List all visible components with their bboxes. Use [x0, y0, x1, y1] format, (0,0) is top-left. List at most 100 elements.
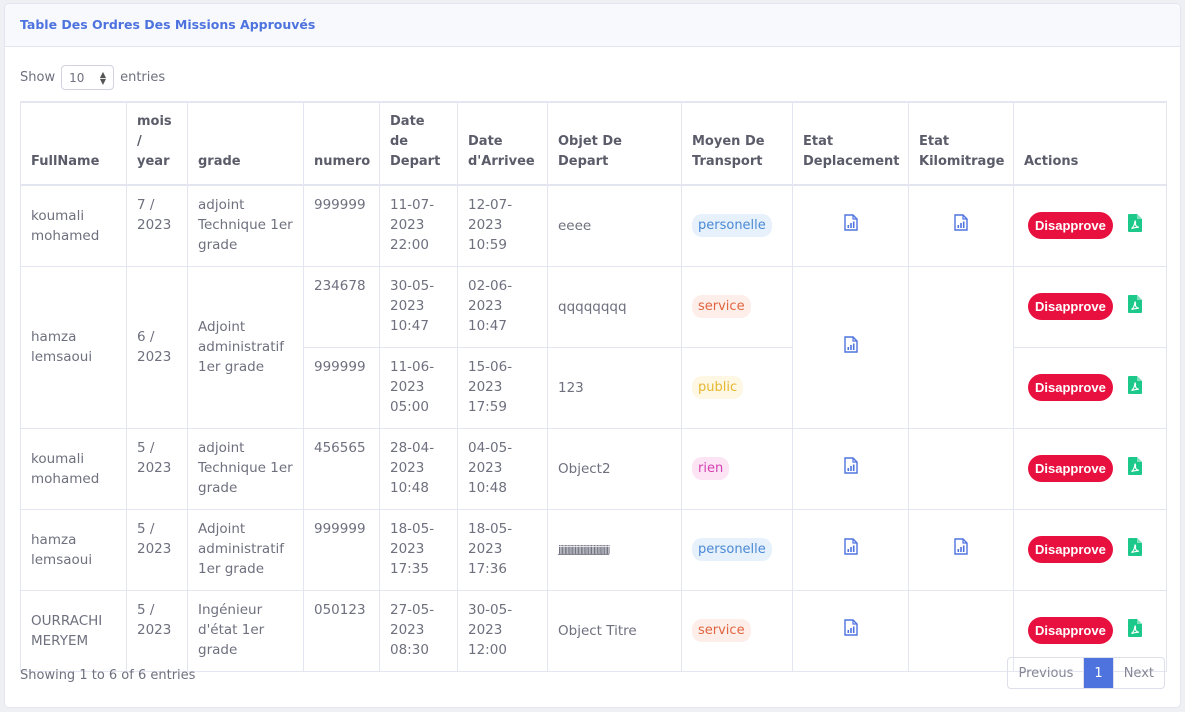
disapprove-button[interactable]: Disapprove — [1028, 455, 1113, 482]
cell-actions: Disapprove — [1013, 346, 1167, 429]
col-objet[interactable]: Objet De Depart — [547, 101, 682, 186]
col-etat-kilometrage[interactable]: Etat Kilomitrage — [908, 101, 1014, 186]
transport-badge: service — [692, 295, 751, 318]
col-actions[interactable]: Actions — [1013, 101, 1167, 186]
entries-select[interactable]: 10 ▲ ▼ — [61, 65, 115, 90]
disapprove-button[interactable]: Disapprove — [1028, 374, 1113, 401]
cell-depart: 30-05-2023 10:47 — [379, 265, 458, 348]
cell-numero: 050123 — [303, 589, 380, 672]
previous-button[interactable]: Previous — [1008, 658, 1083, 688]
pagination: Previous 1 Next — [1007, 657, 1165, 689]
col-transport[interactable]: Moyen De Transport — [681, 101, 793, 186]
col-fullname[interactable]: FullName — [20, 101, 127, 186]
col-numero[interactable]: numero — [303, 101, 380, 186]
cell-transport: service — [681, 589, 793, 672]
cell-arrivee: 30-05-2023 12:00 — [457, 589, 548, 672]
cell-period: 5 / 2023 — [126, 427, 188, 510]
col-etat-deplacement[interactable]: Etat Deplacement — [792, 101, 909, 186]
cell-etat-kilometrage — [908, 184, 1014, 267]
file-chart-icon[interactable] — [843, 538, 858, 561]
cell-etat-deplacement — [792, 265, 909, 429]
cell-etat-kilometrage — [908, 508, 1014, 591]
file-chart-icon[interactable] — [843, 335, 858, 359]
cell-period: 5 / 2023 — [126, 589, 188, 672]
cell-grade: adjoint Technique 1er grade — [187, 184, 304, 267]
disapprove-button[interactable]: Disapprove — [1028, 212, 1113, 240]
file-pdf-icon[interactable] — [1127, 375, 1142, 400]
cell-depart: 18-05-2023 17:35 — [379, 508, 458, 591]
cell-etat-deplacement — [792, 184, 909, 267]
cell-etat-deplacement — [792, 589, 909, 672]
cell-grade: Adjoint administratif 1er grade — [187, 508, 304, 591]
transport-badge: public — [692, 376, 744, 399]
file-pdf-icon[interactable] — [1127, 618, 1142, 643]
cell-transport: personelle — [681, 508, 793, 591]
cell-transport: service — [681, 265, 793, 348]
transport-badge: personelle — [692, 538, 772, 561]
select-arrows-icon: ▲ ▼ — [99, 69, 107, 86]
cell-objet: Object Titre — [547, 589, 682, 672]
col-grade[interactable]: grade — [187, 101, 304, 186]
cell-numero: 456565 — [303, 427, 380, 510]
cell-etat-deplacement — [792, 508, 909, 591]
cell-grade: Adjoint administratif 1er grade — [187, 265, 304, 429]
card-title: Table Des Ordres Des Missions Approuvés — [5, 4, 1180, 47]
missions-card: Table Des Ordres Des Missions Approuvés … — [4, 3, 1181, 708]
file-pdf-icon[interactable] — [1127, 294, 1142, 319]
cell-fullname: hamza lemsaoui — [20, 265, 127, 429]
disapprove-button[interactable]: Disapprove — [1028, 536, 1113, 563]
disapprove-button[interactable]: Disapprove — [1028, 617, 1113, 644]
cell-depart: 11-06-2023 05:00 — [379, 346, 458, 429]
cell-actions: Disapprove — [1013, 184, 1167, 267]
col-period[interactable]: mois / year — [126, 101, 188, 186]
table-row: koumali mohamed 7 / 2023 adjoint Techniq… — [20, 184, 1167, 267]
file-chart-icon[interactable] — [954, 538, 968, 561]
file-chart-icon[interactable] — [954, 214, 968, 237]
col-arrivee[interactable]: Date d'Arrivee — [457, 101, 548, 186]
cell-arrivee: 12-07-2023 10:59 — [457, 184, 548, 267]
cell-actions: Disapprove — [1013, 427, 1167, 510]
cell-depart: 11-07-2023 22:00 — [379, 184, 458, 267]
transport-badge: service — [692, 619, 751, 642]
cell-objet: qqqqqqqq — [547, 265, 682, 348]
cell-etat-kilometrage — [908, 265, 1014, 429]
cell-depart: 28-04-2023 10:48 — [379, 427, 458, 510]
cell-fullname: OURRACHI MERYEM — [20, 589, 127, 672]
cell-fullname: koumali mohamed — [20, 184, 127, 267]
table-info: Showing 1 to 6 of 6 entries — [20, 668, 196, 683]
cell-period: 7 / 2023 — [126, 184, 188, 267]
table-row: hamza lemsaoui 5 / 2023 Adjoint administ… — [20, 508, 1167, 591]
cell-period: 5 / 2023 — [126, 508, 188, 591]
transport-badge: personelle — [692, 214, 772, 238]
entries-select-value: 10 — [69, 70, 85, 85]
cell-etat-kilometrage — [908, 427, 1014, 510]
file-pdf-icon[interactable] — [1127, 456, 1142, 481]
cell-numero: 999999 — [303, 184, 380, 267]
length-control: Show 10 ▲ ▼ entries — [20, 65, 165, 90]
file-chart-icon[interactable] — [843, 457, 858, 480]
cell-etat-kilometrage — [908, 589, 1014, 672]
table-row: koumali mohamed 5 / 2023 adjoint Techniq… — [20, 427, 1167, 510]
missions-table: FullName mois / year grade numero Date d… — [20, 101, 1167, 672]
cell-objet: Object2 — [547, 427, 682, 510]
cell-transport: public — [681, 346, 793, 429]
cell-depart: 27-05-2023 08:30 — [379, 589, 458, 672]
col-depart[interactable]: Date de Depart — [379, 101, 458, 186]
cell-actions: Disapprove — [1013, 508, 1167, 591]
cell-numero: 999999 — [303, 346, 380, 429]
cell-actions: Disapprove — [1013, 265, 1167, 348]
cell-grade: Ingénieur d'état 1er grade — [187, 589, 304, 672]
table-header-row: FullName mois / year grade numero Date d… — [20, 101, 1167, 186]
next-button[interactable]: Next — [1112, 658, 1164, 688]
cell-arrivee: 18-05-2023 17:36 — [457, 508, 548, 591]
cell-numero: 999999 — [303, 508, 380, 591]
cell-fullname: koumali mohamed — [20, 427, 127, 510]
file-pdf-icon[interactable] — [1127, 213, 1142, 238]
file-pdf-icon[interactable] — [1127, 537, 1142, 562]
page-1-button[interactable]: 1 — [1083, 658, 1113, 688]
file-chart-icon[interactable] — [843, 214, 858, 237]
file-chart-icon[interactable] — [843, 619, 858, 642]
show-label: Show — [20, 70, 56, 85]
disapprove-button[interactable]: Disapprove — [1028, 293, 1113, 320]
cell-objet: jjjjjjjjjjjjjjjjjjjjjjjjjjjjjjjjjjj — [547, 508, 682, 591]
